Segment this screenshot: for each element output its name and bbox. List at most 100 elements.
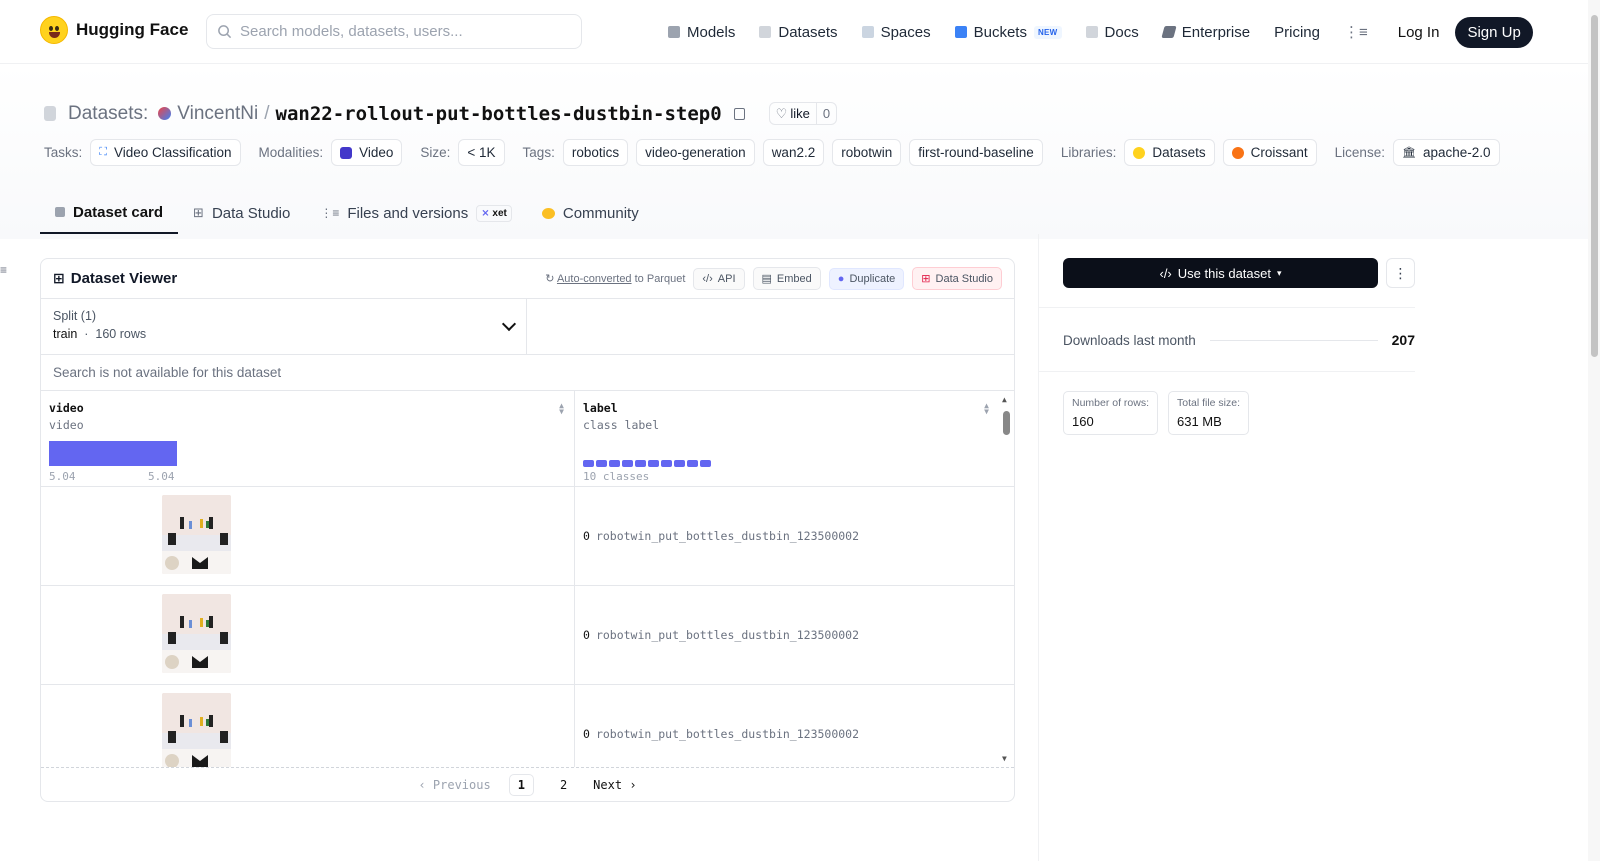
- enterprise-icon: [1161, 26, 1177, 38]
- table-row[interactable]: 0 robotwin_put_bottles_dustbin_123500002: [41, 487, 1014, 586]
- next-label: Next: [593, 777, 623, 792]
- tab-community[interactable]: Community: [527, 192, 654, 234]
- refresh-icon: ↻: [545, 273, 555, 285]
- page-scrollbar-thumb[interactable]: [1591, 15, 1598, 357]
- video-classification-icon: ⛶: [99, 146, 107, 158]
- nav-pricing[interactable]: Pricing: [1274, 24, 1320, 41]
- page-2-button[interactable]: 2: [552, 775, 575, 795]
- home-logo-link[interactable]: Hugging Face: [40, 16, 188, 44]
- page-scrollbar[interactable]: [1588, 0, 1600, 861]
- global-search: [206, 14, 582, 49]
- nav-docs[interactable]: Docs: [1085, 24, 1139, 41]
- rows-stat-value: 160: [1072, 414, 1094, 429]
- table-row[interactable]: 0 robotwin_put_bottles_dustbin_123500002: [41, 685, 1014, 767]
- auto-converted-link[interactable]: Auto-converted: [557, 273, 632, 285]
- library-croissant[interactable]: Croissant: [1222, 139, 1317, 166]
- database-icon: [759, 26, 772, 38]
- code-icon: ‹/›: [1159, 265, 1172, 281]
- nav-spaces[interactable]: Spaces: [861, 24, 931, 41]
- section-label[interactable]: Datasets:: [68, 103, 148, 125]
- signup-button[interactable]: Sign Up: [1455, 16, 1533, 48]
- repo-name[interactable]: wan22-rollout-put-bottles-dustbin-step0: [276, 103, 722, 125]
- like-label: like: [790, 106, 810, 121]
- page-1-button[interactable]: 1: [508, 773, 534, 796]
- scrollbar-thumb[interactable]: [1003, 411, 1010, 435]
- tag-wan22[interactable]: wan2.2: [762, 139, 825, 166]
- duplicate-button[interactable]: ● Duplicate: [828, 267, 905, 290]
- modality-tag-label: Video: [359, 145, 394, 160]
- video-thumbnail[interactable]: [162, 495, 231, 574]
- more-menu-icon[interactable]: ⋮≡: [1344, 23, 1368, 41]
- task-tag[interactable]: ⛶ Video Classification: [90, 139, 241, 166]
- libraries-label: Libraries:: [1060, 145, 1117, 160]
- scroll-up-icon[interactable]: ▲: [1002, 395, 1007, 404]
- nav-enterprise[interactable]: Enterprise: [1161, 24, 1250, 41]
- bank-icon: 🏛: [1401, 147, 1416, 159]
- tab-dataset-card-label: Dataset card: [73, 203, 164, 221]
- size-tag[interactable]: < 1K: [458, 139, 505, 166]
- login-link[interactable]: Log In: [1398, 24, 1440, 41]
- tab-dataset-card[interactable]: Dataset card: [40, 192, 179, 234]
- label-id: 0: [583, 529, 590, 543]
- owner-link[interactable]: VincentNi: [177, 103, 258, 125]
- tag-robotics[interactable]: robotics: [562, 139, 629, 166]
- data-studio-button[interactable]: ⊞ Data Studio: [912, 267, 1002, 290]
- column-type: video: [49, 418, 84, 432]
- repo-title: Datasets: VincentNi / wan22-rollout-put-…: [44, 102, 838, 125]
- scroll-down-icon[interactable]: ▼: [1002, 754, 1007, 763]
- table-scrollbar[interactable]: ▲ ▼: [998, 391, 1014, 767]
- book-icon: [1085, 26, 1098, 38]
- license-tag[interactable]: 🏛 apache-2.0: [1392, 139, 1500, 166]
- sort-icon[interactable]: ▲ ▼: [559, 402, 564, 416]
- heart-icon: ♡: [775, 105, 788, 121]
- video-thumbnail[interactable]: [162, 693, 231, 767]
- xet-badge-label: xet: [492, 207, 507, 219]
- path-separator: /: [264, 102, 270, 124]
- tag-video-generation[interactable]: video-generation: [636, 139, 755, 166]
- label-cell: 0 robotwin_put_bottles_dustbin_123500002: [575, 685, 999, 767]
- tag-robotwin[interactable]: robotwin: [832, 139, 902, 166]
- like-label-wrap: ♡ like: [770, 103, 816, 124]
- embed-button[interactable]: ▤ Embed: [752, 267, 821, 290]
- use-this-dataset-button[interactable]: ‹/› Use this dataset ▾: [1063, 258, 1378, 288]
- tab-data-studio-label: Data Studio: [211, 204, 291, 222]
- api-button[interactable]: ‹/› API: [693, 267, 745, 290]
- nav-models-label: Models: [687, 23, 736, 41]
- nav-buckets[interactable]: Buckets NEW: [954, 24, 1062, 41]
- nav-models[interactable]: Models: [668, 24, 735, 41]
- tab-community-label: Community: [562, 204, 639, 222]
- xet-icon: ⨯: [481, 207, 490, 219]
- api-button-label: API: [717, 272, 736, 285]
- tab-data-studio[interactable]: ⊞ Data Studio: [178, 192, 305, 234]
- search-input[interactable]: [240, 23, 560, 40]
- copy-icon[interactable]: [733, 107, 745, 120]
- tag-first-round-baseline[interactable]: first-round-baseline: [909, 139, 1043, 166]
- repo-tabs: Dataset card ⊞ Data Studio ⋮≡ Files and …: [40, 192, 654, 234]
- sort-icon[interactable]: ▲ ▼: [984, 402, 989, 416]
- like-button[interactable]: ♡ like 0: [768, 102, 838, 125]
- column-header-label[interactable]: label class label ▲ ▼ 10 classes: [575, 391, 999, 486]
- task-tag-label: Video Classification: [113, 145, 232, 160]
- more-options-button[interactable]: ⋮: [1386, 258, 1415, 288]
- nav-datasets[interactable]: Datasets: [759, 24, 838, 41]
- split-current: train · 160 rows: [53, 327, 514, 341]
- data-studio-button-label: Data Studio: [935, 272, 993, 285]
- column-header-video[interactable]: video video ▲ ▼ 5.04 5.04: [41, 391, 575, 486]
- video-thumbnail[interactable]: [162, 594, 231, 673]
- modality-tag[interactable]: Video: [331, 139, 403, 166]
- toc-toggle-icon[interactable]: ≡: [0, 263, 7, 277]
- next-page-button[interactable]: Next ›: [593, 778, 636, 792]
- table-row[interactable]: 0 robotwin_put_bottles_dustbin_123500002: [41, 586, 1014, 685]
- downloads-value: 207: [1391, 332, 1415, 348]
- size-label: Size:: [420, 145, 451, 160]
- split-select[interactable]: Split (1) train · 160 rows: [41, 299, 527, 354]
- main-nav: Models Datasets Spaces Buckets NEW Docs …: [668, 0, 1533, 64]
- nav-pricing-label: Pricing: [1274, 23, 1320, 41]
- previous-page-button[interactable]: ‹ Previous: [418, 778, 490, 792]
- cube-icon: [668, 26, 680, 38]
- library-datasets[interactable]: Datasets: [1124, 139, 1215, 166]
- license-tag-label: apache-2.0: [1422, 145, 1491, 160]
- tab-files-and-versions[interactable]: ⋮≡ Files and versions ⨯ xet: [305, 192, 527, 234]
- table-icon: ⊞: [53, 270, 65, 286]
- label-name: robotwin_put_bottles_dustbin_123500002: [595, 529, 860, 543]
